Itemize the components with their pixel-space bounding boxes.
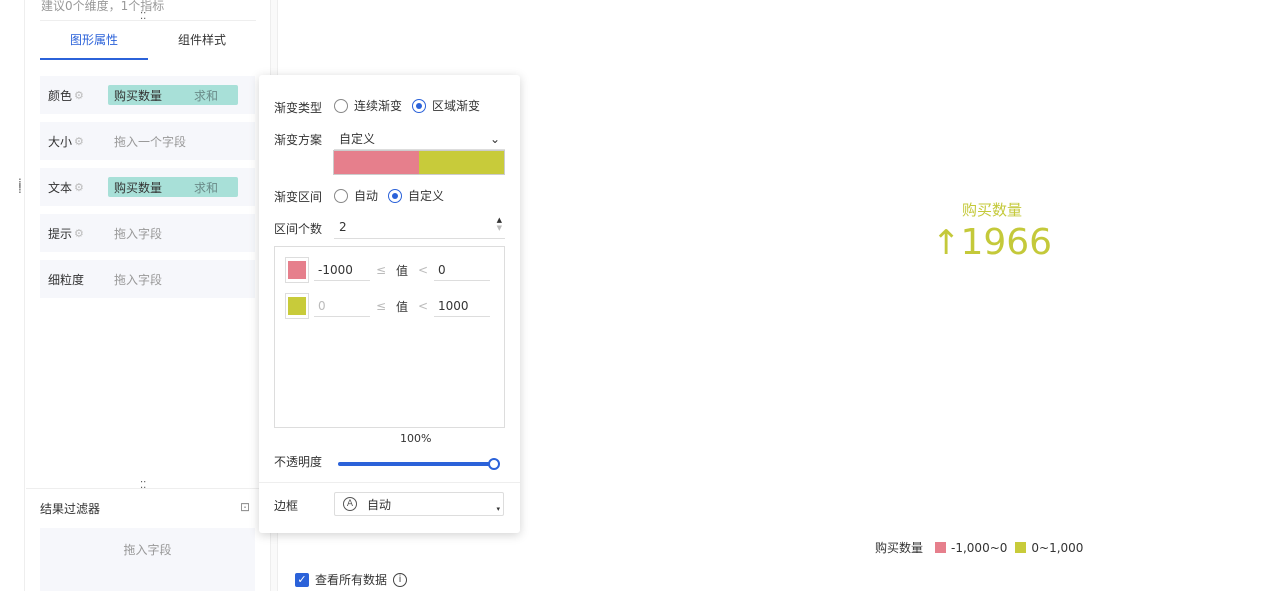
gradient-scheme-value: 自定义: [339, 132, 376, 146]
gear-icon[interactable]: ⚙: [74, 181, 84, 194]
swatch-color: [419, 151, 504, 174]
drop-placeholder: 拖入一个字段: [114, 134, 187, 149]
spinner-icon[interactable]: ▲ ▼: [497, 216, 502, 232]
ranges-list: -1000 ≤ 值 < 0 0 ≤ 值 < 1000: [274, 246, 505, 428]
legend-item-label: 0~1,000: [1031, 540, 1084, 555]
field-row-text[interactable]: 文本 ⚙ 购买数量 求和: [40, 168, 255, 206]
drop-placeholder: 拖入字段: [114, 272, 163, 287]
range-max-input[interactable]: 0: [434, 259, 490, 281]
chevron-down-icon[interactable]: ⌄: [490, 132, 500, 146]
range-count-input[interactable]: 2 ▲ ▼: [334, 216, 505, 239]
field-pill[interactable]: 购买数量 求和: [108, 177, 238, 197]
opacity-slider-track[interactable]: [338, 462, 492, 466]
opacity-label: 不透明度: [274, 455, 323, 469]
field-label: 细粒度: [48, 272, 85, 287]
checkbox-checked-icon[interactable]: ✓: [295, 572, 309, 587]
border-label: 边框: [274, 499, 299, 513]
opacity-value: 100%: [400, 432, 432, 445]
gear-icon[interactable]: ⚙: [74, 135, 84, 148]
field-row-color[interactable]: 颜色 ⚙ 购买数量 求和: [40, 76, 255, 114]
legend-title: 购买数量: [875, 541, 924, 555]
result-filter-title: 结果过滤器: [40, 502, 101, 516]
range-operator: <: [417, 263, 429, 277]
divider: [259, 482, 520, 483]
field-label: 提示: [48, 226, 73, 241]
divider: [26, 488, 270, 489]
filter-settings-icon[interactable]: ⊡: [240, 500, 250, 514]
color-chip-fill: [288, 297, 306, 315]
field-label: 大小: [48, 134, 73, 149]
kpi-title: 购买数量: [961, 201, 1022, 219]
range-min-input[interactable]: -1000: [314, 259, 370, 281]
border-select[interactable]: A 自动 ▾: [334, 492, 504, 516]
range-operator: <: [417, 299, 429, 313]
field-pill-name: 购买数量: [114, 180, 163, 195]
legend: 购买数量 -1,000~0 0~1,000: [875, 539, 1083, 556]
field-pill-agg: 求和: [193, 180, 218, 195]
gradient-scheme-select[interactable]: 自定义 ⌄: [334, 128, 505, 150]
view-all-data-toggle[interactable]: ✓ 查看所有数据 i: [295, 571, 408, 588]
gradient-type-radios: 连续渐变 区域渐变: [334, 97, 490, 114]
field-pill-agg: 求和: [193, 88, 218, 103]
left-gutter: ⁞ ⁞: [0, 0, 25, 591]
field-row-size[interactable]: 大小 ⚙ 拖入一个字段: [40, 122, 255, 160]
color-chip-fill: [288, 261, 306, 279]
drag-handle-icon[interactable]: ⁚⁚: [140, 12, 146, 22]
gradient-swatch-bar[interactable]: [333, 150, 505, 175]
field-panel: 建议0个维度，1个指标 ⁚⁚ 图形属性 组件样式 颜色 ⚙ 购买数量 求和 大小 ⚙ …: [26, 0, 270, 591]
dropdown-corner-icon: ▾: [496, 505, 500, 513]
range-min-input: 0: [314, 295, 370, 317]
gradient-range-label: 渐变区间: [274, 190, 323, 204]
range-count-label: 区间个数: [274, 222, 323, 236]
radio-checked-icon[interactable]: [388, 188, 403, 203]
legend-item-label: -1,000~0: [951, 540, 1008, 555]
range-row: 0 ≤ 值 < 1000: [285, 293, 490, 319]
range-value-word: 值: [395, 299, 408, 314]
radio-custom[interactable]: 自定义: [388, 187, 444, 204]
range-value-word: 值: [395, 263, 408, 278]
swatch-color: [334, 151, 419, 174]
filter-drop-zone[interactable]: 拖入字段: [40, 528, 255, 591]
view-all-data-label: 查看所有数据: [315, 573, 388, 587]
gear-icon[interactable]: ⚙: [74, 89, 84, 102]
tab-component-style[interactable]: 组件样式: [148, 21, 256, 60]
gradient-scheme-label: 渐变方案: [274, 133, 323, 147]
tab-bar: 图形属性 组件样式: [40, 20, 256, 60]
field-pill[interactable]: 购买数量 求和: [108, 85, 238, 105]
drag-handle-icon[interactable]: ⁞ ⁞: [18, 177, 22, 195]
color-picker-button[interactable]: [285, 293, 309, 319]
tab-graphic-properties[interactable]: 图形属性: [40, 21, 148, 60]
gear-icon[interactable]: ⚙: [74, 227, 84, 240]
radio-auto[interactable]: 自动: [334, 187, 378, 204]
opacity-slider-handle[interactable]: [488, 458, 500, 470]
drop-placeholder: 拖入字段: [114, 226, 163, 241]
legend-swatch: [935, 542, 947, 553]
field-pill-name: 购买数量: [114, 88, 163, 103]
field-label: 颜色: [48, 88, 73, 103]
color-picker-button[interactable]: [285, 257, 309, 283]
range-max-input[interactable]: 1000: [434, 295, 490, 317]
radio-area[interactable]: 区域渐变: [412, 97, 480, 114]
gradient-range-radios: 自动 自定义: [334, 187, 454, 204]
border-value: 自动: [367, 497, 392, 512]
info-icon[interactable]: i: [393, 572, 408, 587]
gradient-type-label: 渐变类型: [274, 101, 323, 115]
radio-icon[interactable]: [334, 188, 348, 203]
arrow-up-icon: ↑: [931, 223, 961, 263]
field-label: 文本: [48, 180, 73, 195]
kpi-number: 1966: [960, 222, 1053, 263]
radio-continuous[interactable]: 连续渐变: [334, 97, 402, 114]
kpi-value: ↑1966: [920, 222, 1064, 263]
field-row-tooltip[interactable]: 提示 ⚙ 拖入字段: [40, 214, 255, 252]
radio-icon[interactable]: [334, 98, 348, 113]
field-row-granularity[interactable]: 细粒度 拖入字段: [40, 260, 255, 298]
legend-swatch: [1015, 542, 1027, 553]
color-settings-popover: 渐变类型 连续渐变 区域渐变 渐变方案 自定义 ⌄ 渐变区间 自动 自定义 区间…: [259, 75, 520, 533]
radio-checked-icon[interactable]: [412, 98, 427, 113]
range-row: -1000 ≤ 值 < 0: [285, 257, 490, 283]
range-operator: ≤: [375, 299, 387, 313]
auto-icon: A: [343, 497, 357, 511]
range-operator: ≤: [375, 263, 387, 277]
